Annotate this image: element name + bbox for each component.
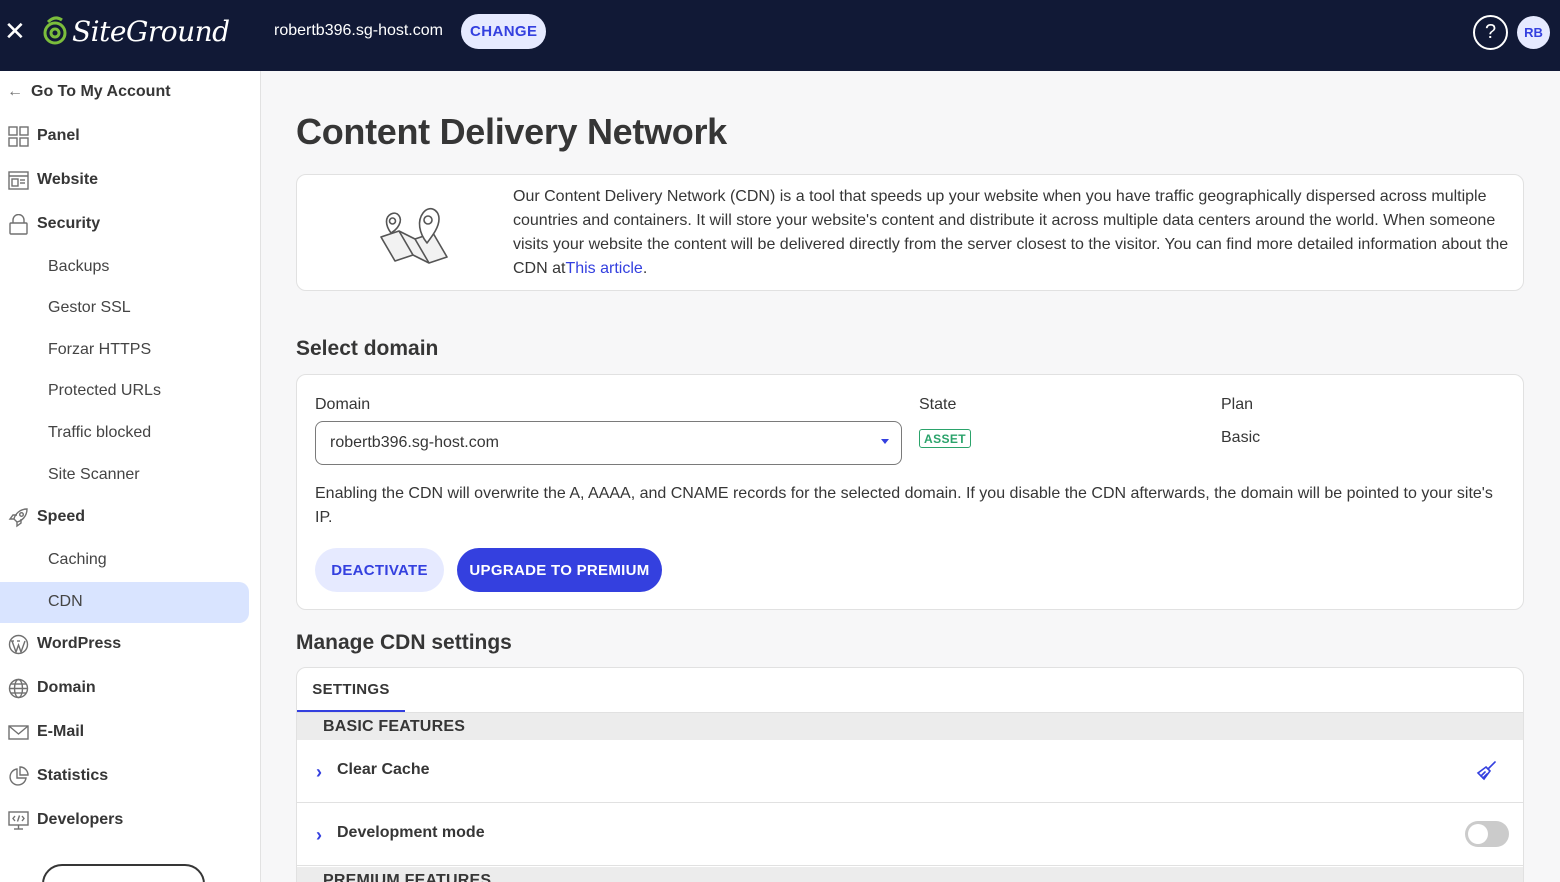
chevron-right-icon: › bbox=[316, 762, 322, 782]
sidebar-item-label: E-Mail bbox=[37, 723, 85, 740]
manage-cdn-settings-title: Manage CDN settings bbox=[296, 631, 512, 654]
main-content: Content Delivery Network Our Content Del… bbox=[261, 71, 1560, 882]
sidebar-item-label: Website bbox=[37, 171, 99, 188]
avatar[interactable]: RB bbox=[1517, 16, 1550, 49]
wordpress-icon bbox=[8, 634, 29, 655]
sidebar-item-forzar-https[interactable]: Forzar HTTPS bbox=[48, 341, 151, 359]
website-icon bbox=[8, 171, 29, 190]
sidebar-item-site-scanner[interactable]: Site Scanner bbox=[48, 466, 140, 484]
sidebar-item-label: Developers bbox=[37, 811, 124, 828]
sidebar-item-label: Security bbox=[37, 215, 101, 232]
grid-icon bbox=[8, 126, 29, 147]
sidebar-item-protected-urls[interactable]: Protected URLs bbox=[48, 382, 161, 400]
sidebar-item-backups[interactable]: Backups bbox=[48, 258, 109, 276]
rocket-icon bbox=[8, 508, 28, 528]
sidebar-item-traffic-blocked[interactable]: Traffic blocked bbox=[48, 424, 151, 442]
state-badge: ASSET bbox=[919, 429, 972, 448]
pie-chart-icon bbox=[9, 766, 29, 786]
sidebar-item-label: Panel bbox=[37, 127, 80, 144]
sidebar-item-label: WordPress bbox=[37, 635, 122, 652]
code-icon bbox=[8, 811, 29, 830]
logo-mark-icon bbox=[43, 16, 67, 45]
toggle-knob bbox=[1468, 824, 1488, 844]
sidebar-item-label: Speed bbox=[37, 508, 86, 525]
development-mode-toggle[interactable] bbox=[1465, 821, 1509, 847]
plan-column-label: Plan bbox=[1221, 396, 1254, 413]
help-icon[interactable]: ? bbox=[1473, 15, 1508, 50]
development-mode-label: Development mode bbox=[337, 824, 485, 841]
sidebar-item-caching[interactable]: Caching bbox=[48, 551, 107, 569]
page-title: Content Delivery Network bbox=[296, 111, 727, 152]
intro-suffix: . bbox=[642, 260, 648, 277]
map-pins-icon bbox=[380, 207, 448, 264]
cdn-settings-card: SETTINGS BASIC FEATURES › Clear Cache › … bbox=[296, 667, 1524, 882]
clear-cache-label: Clear Cache bbox=[337, 761, 430, 778]
sidebar-bottom-button[interactable] bbox=[42, 864, 205, 882]
select-domain-title: Select domain bbox=[296, 337, 439, 360]
plan-value: Basic bbox=[1221, 429, 1261, 446]
go-to-my-account-label: Go To My Account bbox=[31, 83, 171, 100]
change-site-button[interactable]: CHANGE bbox=[461, 14, 547, 49]
cdn-intro-card: Our Content Delivery Network (CDN) is a … bbox=[296, 174, 1524, 291]
chevron-right-icon: › bbox=[316, 825, 322, 845]
intro-text-body: Our Content Delivery Network (CDN) is a … bbox=[513, 188, 1509, 277]
sidebar-item-gestor-ssl[interactable]: Gestor SSL bbox=[48, 299, 131, 317]
premium-features-header: PREMIUM FEATURES bbox=[297, 867, 1523, 882]
cdn-intro-text: Our Content Delivery Network (CDN) is a … bbox=[513, 185, 1513, 281]
sidebar-item-cdn[interactable] bbox=[0, 582, 249, 623]
logo-text: SiteGround bbox=[72, 14, 230, 48]
domain-select[interactable]: robertb396.sg-host.com bbox=[315, 421, 902, 465]
mail-icon bbox=[8, 725, 29, 740]
state-column-label: State bbox=[919, 396, 957, 413]
cdn-dns-notice: Enabling the CDN will overwrite the A, A… bbox=[315, 485, 1493, 526]
basic-features-header: BASIC FEATURES bbox=[297, 713, 1523, 740]
broom-icon[interactable] bbox=[1475, 760, 1497, 782]
sidebar-item-label: Domain bbox=[37, 679, 96, 696]
globe-icon bbox=[8, 678, 29, 699]
siteground-logo[interactable]: SiteGround bbox=[42, 14, 230, 48]
domain-column-label: Domain bbox=[315, 396, 371, 413]
clear-cache-row[interactable]: › Clear Cache bbox=[297, 740, 1523, 803]
top-bar: ✕ SiteGround robertb396.sg-host.com CHAN… bbox=[0, 0, 1560, 71]
sidebar-item-label: Statistics bbox=[37, 767, 109, 784]
sidebar: ← Go To My Account Panel Website Securit… bbox=[0, 71, 261, 882]
deactivate-button[interactable]: DEACTIVATE bbox=[315, 548, 444, 592]
domain-select-value: robertb396.sg-host.com bbox=[330, 434, 499, 451]
this-article-link[interactable]: This article bbox=[565, 260, 642, 277]
current-site-name: robertb396.sg-host.com bbox=[274, 22, 443, 39]
domain-card: Domain State Plan robertb396.sg-host.com… bbox=[296, 374, 1524, 610]
development-mode-row[interactable]: › Development mode bbox=[297, 803, 1523, 866]
upgrade-to-premium-button[interactable]: UPGRADE TO PREMIUM bbox=[457, 548, 662, 592]
caret-down-icon bbox=[881, 439, 889, 444]
back-arrow-icon: ← bbox=[7, 83, 23, 100]
lock-icon bbox=[9, 214, 28, 235]
tab-settings[interactable]: SETTINGS bbox=[297, 668, 405, 713]
sidebar-item-cdn-label: CDN bbox=[48, 593, 83, 610]
close-icon[interactable]: ✕ bbox=[4, 17, 26, 45]
